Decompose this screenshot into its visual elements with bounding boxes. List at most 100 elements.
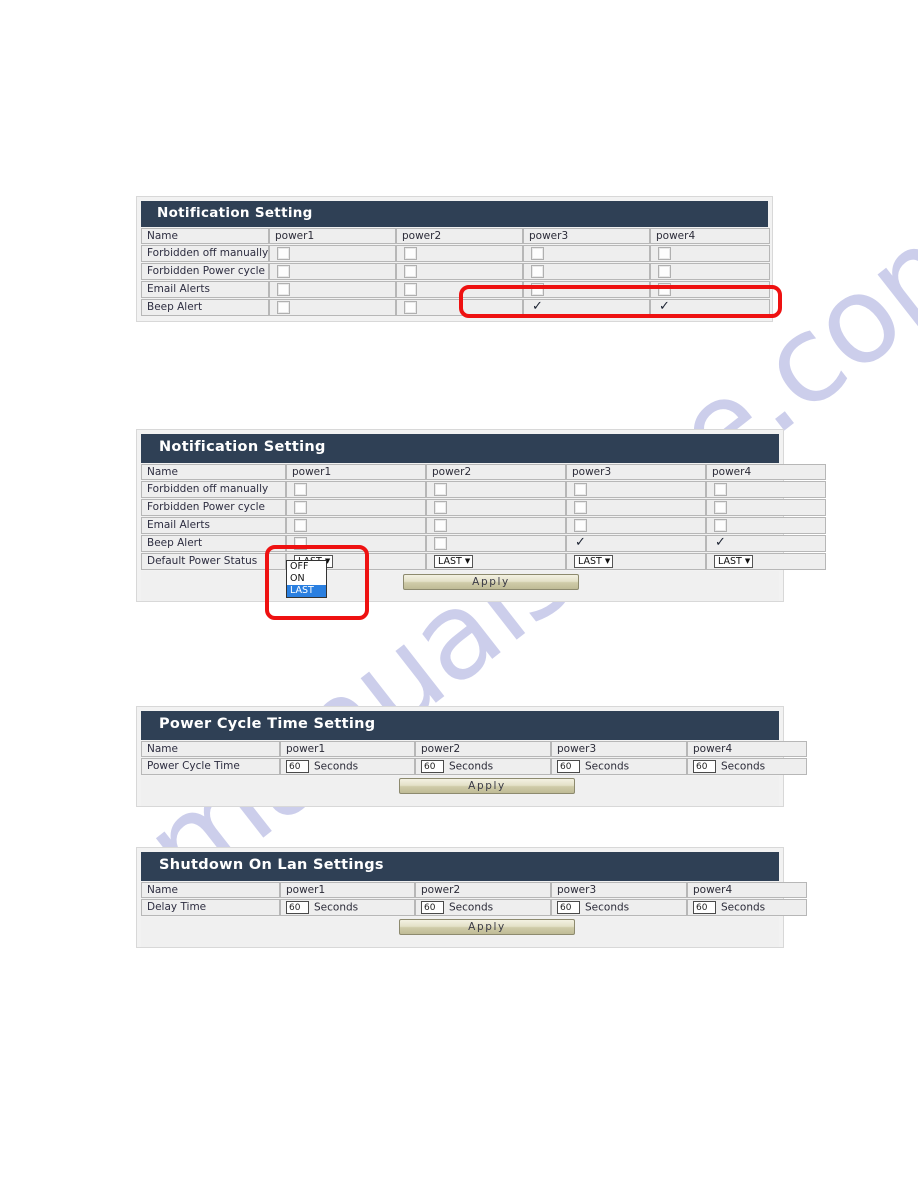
checkbox-unchecked[interactable] bbox=[294, 482, 307, 496]
chevron-down-icon: ▼ bbox=[464, 556, 471, 565]
checkbox-unchecked[interactable] bbox=[277, 246, 290, 260]
default-power-status-select[interactable]: LAST▼ bbox=[714, 554, 754, 568]
seconds-input[interactable]: 60 bbox=[693, 900, 716, 914]
checkbox-unchecked[interactable] bbox=[404, 246, 417, 260]
checkbox-checked[interactable]: ✓ bbox=[658, 300, 671, 314]
default-power-status-dropdown-options[interactable]: OFF ON LAST bbox=[286, 560, 327, 598]
checkbox-cell bbox=[426, 516, 566, 534]
checkbox-cell bbox=[396, 262, 523, 280]
row-label: Delay Time bbox=[141, 898, 280, 916]
checkbox-unchecked[interactable] bbox=[277, 300, 290, 314]
table-row: Email Alerts bbox=[141, 280, 770, 298]
checkbox-unchecked[interactable] bbox=[531, 246, 544, 260]
checkbox-cell bbox=[523, 262, 650, 280]
checkbox-cell bbox=[706, 480, 826, 498]
checkbox-cell bbox=[396, 280, 523, 298]
checkbox-unchecked[interactable] bbox=[714, 518, 727, 532]
row-label: Name bbox=[141, 881, 280, 898]
checkbox-unchecked[interactable] bbox=[434, 500, 447, 514]
seconds-input[interactable]: 60 bbox=[693, 759, 716, 773]
checkbox-checked[interactable]: ✓ bbox=[531, 300, 544, 314]
column-header: power4 bbox=[687, 881, 807, 898]
column-header: power3 bbox=[523, 227, 650, 244]
seconds-input[interactable]: 60 bbox=[557, 759, 580, 773]
select-cell: LAST▼ bbox=[566, 552, 706, 570]
seconds-unit-label: Seconds bbox=[721, 760, 766, 773]
checkbox-unchecked[interactable] bbox=[531, 264, 544, 278]
number-cell: 60 Seconds bbox=[415, 898, 551, 916]
seconds-input[interactable]: 60 bbox=[286, 900, 309, 914]
checkbox-unchecked[interactable] bbox=[294, 500, 307, 514]
row-label: Name bbox=[141, 463, 286, 480]
checkbox-unchecked[interactable] bbox=[294, 518, 307, 532]
checkbox-unchecked[interactable] bbox=[434, 518, 447, 532]
column-header: power2 bbox=[415, 740, 551, 757]
apply-button-panel-4[interactable]: Apply bbox=[399, 918, 575, 935]
notification-setting-table-2: Name power1 power2 power3 power4 Forbidden o… bbox=[141, 463, 826, 571]
checkbox-unchecked[interactable] bbox=[658, 264, 671, 278]
seconds-unit-label: Seconds bbox=[449, 901, 494, 914]
column-header: power2 bbox=[396, 227, 523, 244]
notification-setting-panel-1: Notification Setting Name power1 power2 pow… bbox=[136, 196, 773, 322]
checkbox-unchecked[interactable] bbox=[658, 246, 671, 260]
checkbox-cell bbox=[286, 498, 426, 516]
column-header: power1 bbox=[286, 463, 426, 480]
checkbox-checked[interactable]: ✓ bbox=[714, 536, 727, 550]
checkbox-cell bbox=[426, 480, 566, 498]
checkbox-cell bbox=[269, 262, 396, 280]
notification-setting-panel-2: Notification Setting Name power1 power2 pow… bbox=[136, 429, 826, 602]
checkbox-checked[interactable]: ✓ bbox=[574, 536, 587, 550]
checkbox-cell bbox=[286, 516, 426, 534]
checkbox-unchecked[interactable] bbox=[574, 518, 587, 532]
checkbox-cell bbox=[566, 498, 706, 516]
select-value: LAST bbox=[718, 555, 742, 567]
power-cycle-time-table: Name power1 power2 power3 power4 Power Cycle… bbox=[141, 740, 807, 776]
seconds-unit-label: Seconds bbox=[449, 760, 494, 773]
checkbox-unchecked[interactable] bbox=[277, 282, 290, 296]
checkbox-unchecked[interactable] bbox=[434, 482, 447, 496]
checkbox-unchecked[interactable] bbox=[294, 536, 307, 550]
power-cycle-time-setting-panel: Power Cycle Time Setting Name power1 power… bbox=[136, 706, 807, 807]
seconds-input[interactable]: 60 bbox=[557, 900, 580, 914]
notification-setting-table-1: Name power1 power2 power3 power4 Forbidden o… bbox=[141, 227, 770, 317]
checkbox-cell bbox=[650, 244, 770, 262]
checkbox-unchecked[interactable] bbox=[531, 282, 544, 296]
default-power-status-select[interactable]: LAST▼ bbox=[574, 554, 614, 568]
checkbox-unchecked[interactable] bbox=[658, 282, 671, 296]
checkbox-unchecked[interactable] bbox=[404, 300, 417, 314]
panel-4-spacer bbox=[141, 937, 779, 947]
dropdown-option-off[interactable]: OFF bbox=[287, 561, 326, 573]
checkbox-unchecked[interactable] bbox=[574, 500, 587, 514]
checkbox-unchecked[interactable] bbox=[434, 536, 447, 550]
checkbox-cell bbox=[269, 280, 396, 298]
checkbox-cell bbox=[706, 516, 826, 534]
seconds-unit-label: Seconds bbox=[721, 901, 766, 914]
dropdown-option-last[interactable]: LAST bbox=[287, 585, 326, 597]
checkbox-cell bbox=[426, 534, 566, 552]
checkbox-cell: ✓ bbox=[650, 298, 770, 316]
checkbox-cell bbox=[566, 516, 706, 534]
checkbox-unchecked[interactable] bbox=[714, 482, 727, 496]
checkbox-unchecked[interactable] bbox=[404, 264, 417, 278]
dropdown-option-on[interactable]: ON bbox=[287, 573, 326, 585]
panel-3-title: Power Cycle Time Setting bbox=[141, 711, 779, 740]
table-row: Beep Alert ✓ ✓ bbox=[141, 298, 770, 316]
chevron-down-icon: ▼ bbox=[604, 556, 611, 565]
table-header-row: Name power1 power2 power3 power4 bbox=[141, 463, 826, 480]
apply-button-panel-3[interactable]: Apply bbox=[399, 777, 575, 794]
panel-2-apply-row: Apply bbox=[141, 570, 779, 592]
seconds-input[interactable]: 60 bbox=[286, 759, 309, 773]
checkbox-unchecked[interactable] bbox=[714, 500, 727, 514]
table-row: Default Power StatusLAST▼LAST▼LAST▼LAST▼ bbox=[141, 552, 826, 570]
seconds-input[interactable]: 60 bbox=[421, 900, 444, 914]
table-row: Delay Time 60 Seconds 60 Seconds 60 Seconds 60 S… bbox=[141, 898, 807, 916]
default-power-status-select[interactable]: LAST▼ bbox=[434, 554, 474, 568]
apply-button-panel-2[interactable]: Apply bbox=[403, 573, 579, 590]
checkbox-cell bbox=[286, 534, 426, 552]
checkbox-cell bbox=[269, 298, 396, 316]
checkbox-unchecked[interactable] bbox=[277, 264, 290, 278]
seconds-input[interactable]: 60 bbox=[421, 759, 444, 773]
checkbox-unchecked[interactable] bbox=[404, 282, 417, 296]
row-label: Email Alerts bbox=[141, 280, 269, 298]
checkbox-unchecked[interactable] bbox=[574, 482, 587, 496]
